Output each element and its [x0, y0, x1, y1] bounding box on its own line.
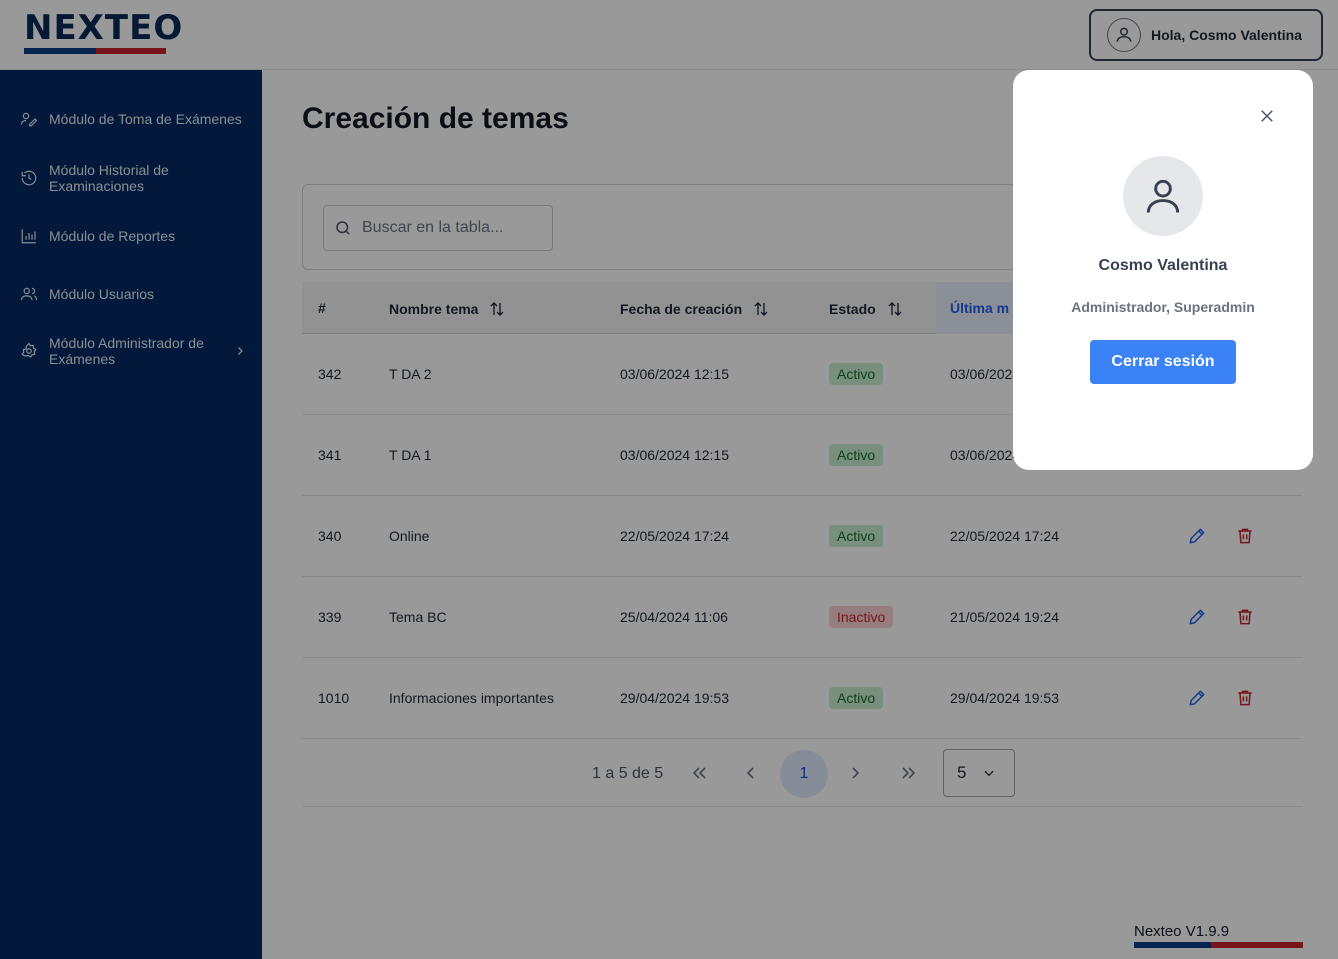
user-profile-popup: Cosmo Valentina Administrador, Superadmi… — [1013, 70, 1313, 470]
logout-button[interactable]: Cerrar sesión — [1090, 340, 1236, 384]
close-icon[interactable] — [1258, 107, 1276, 125]
profile-role: Administrador, Superadmin — [1071, 299, 1255, 315]
avatar — [1123, 156, 1203, 236]
user-icon — [1146, 179, 1180, 213]
profile-name: Cosmo Valentina — [1098, 257, 1228, 274]
